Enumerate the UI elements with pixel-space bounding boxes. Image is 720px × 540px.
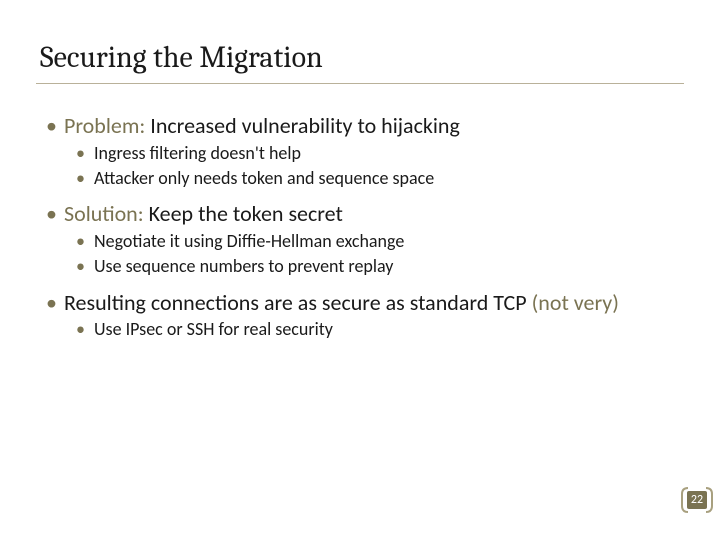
sub-bullet-list: Use IPsec or SSH for real security bbox=[64, 318, 680, 341]
title-underline bbox=[36, 83, 684, 84]
slide: Securing the Migration Problem: Increase… bbox=[0, 0, 720, 540]
bullet-text: Increased vulnerability to hijacking bbox=[150, 112, 460, 139]
bullet-text: Resulting connections are as secure as s… bbox=[64, 289, 532, 316]
sub-bullet-item: Ingress filtering doesn't help bbox=[74, 142, 680, 165]
page-number-badge: 22 bbox=[680, 486, 714, 514]
sub-bullet-list: Ingress filtering doesn't help Attacker … bbox=[64, 142, 680, 191]
sub-bullet-item: Use sequence numbers to prevent replay bbox=[74, 255, 680, 278]
sub-bullet-item: Use IPsec or SSH for real security bbox=[74, 318, 680, 341]
bullet-item: Problem: Increased vulnerability to hija… bbox=[42, 112, 680, 190]
bullet-accent-text: Problem: bbox=[64, 112, 150, 139]
slide-title: Securing the Migration bbox=[40, 40, 680, 75]
bullet-text: Keep the token secret bbox=[149, 200, 343, 227]
bullet-accent-text: Solution: bbox=[64, 200, 149, 227]
bullet-item: Solution: Keep the token secret Negotiat… bbox=[42, 200, 680, 278]
bullet-accent-text: (not very) bbox=[532, 289, 619, 316]
bullet-item: Resulting connections are as secure as s… bbox=[42, 289, 680, 342]
sub-bullet-item: Attacker only needs token and sequence s… bbox=[74, 167, 680, 190]
page-number: 22 bbox=[687, 491, 707, 509]
sub-bullet-list: Negotiate it using Diffie-Hellman exchan… bbox=[64, 230, 680, 279]
content-area: Problem: Increased vulnerability to hija… bbox=[40, 112, 680, 341]
bullet-list: Problem: Increased vulnerability to hija… bbox=[42, 112, 680, 341]
sub-bullet-item: Negotiate it using Diffie-Hellman exchan… bbox=[74, 230, 680, 253]
